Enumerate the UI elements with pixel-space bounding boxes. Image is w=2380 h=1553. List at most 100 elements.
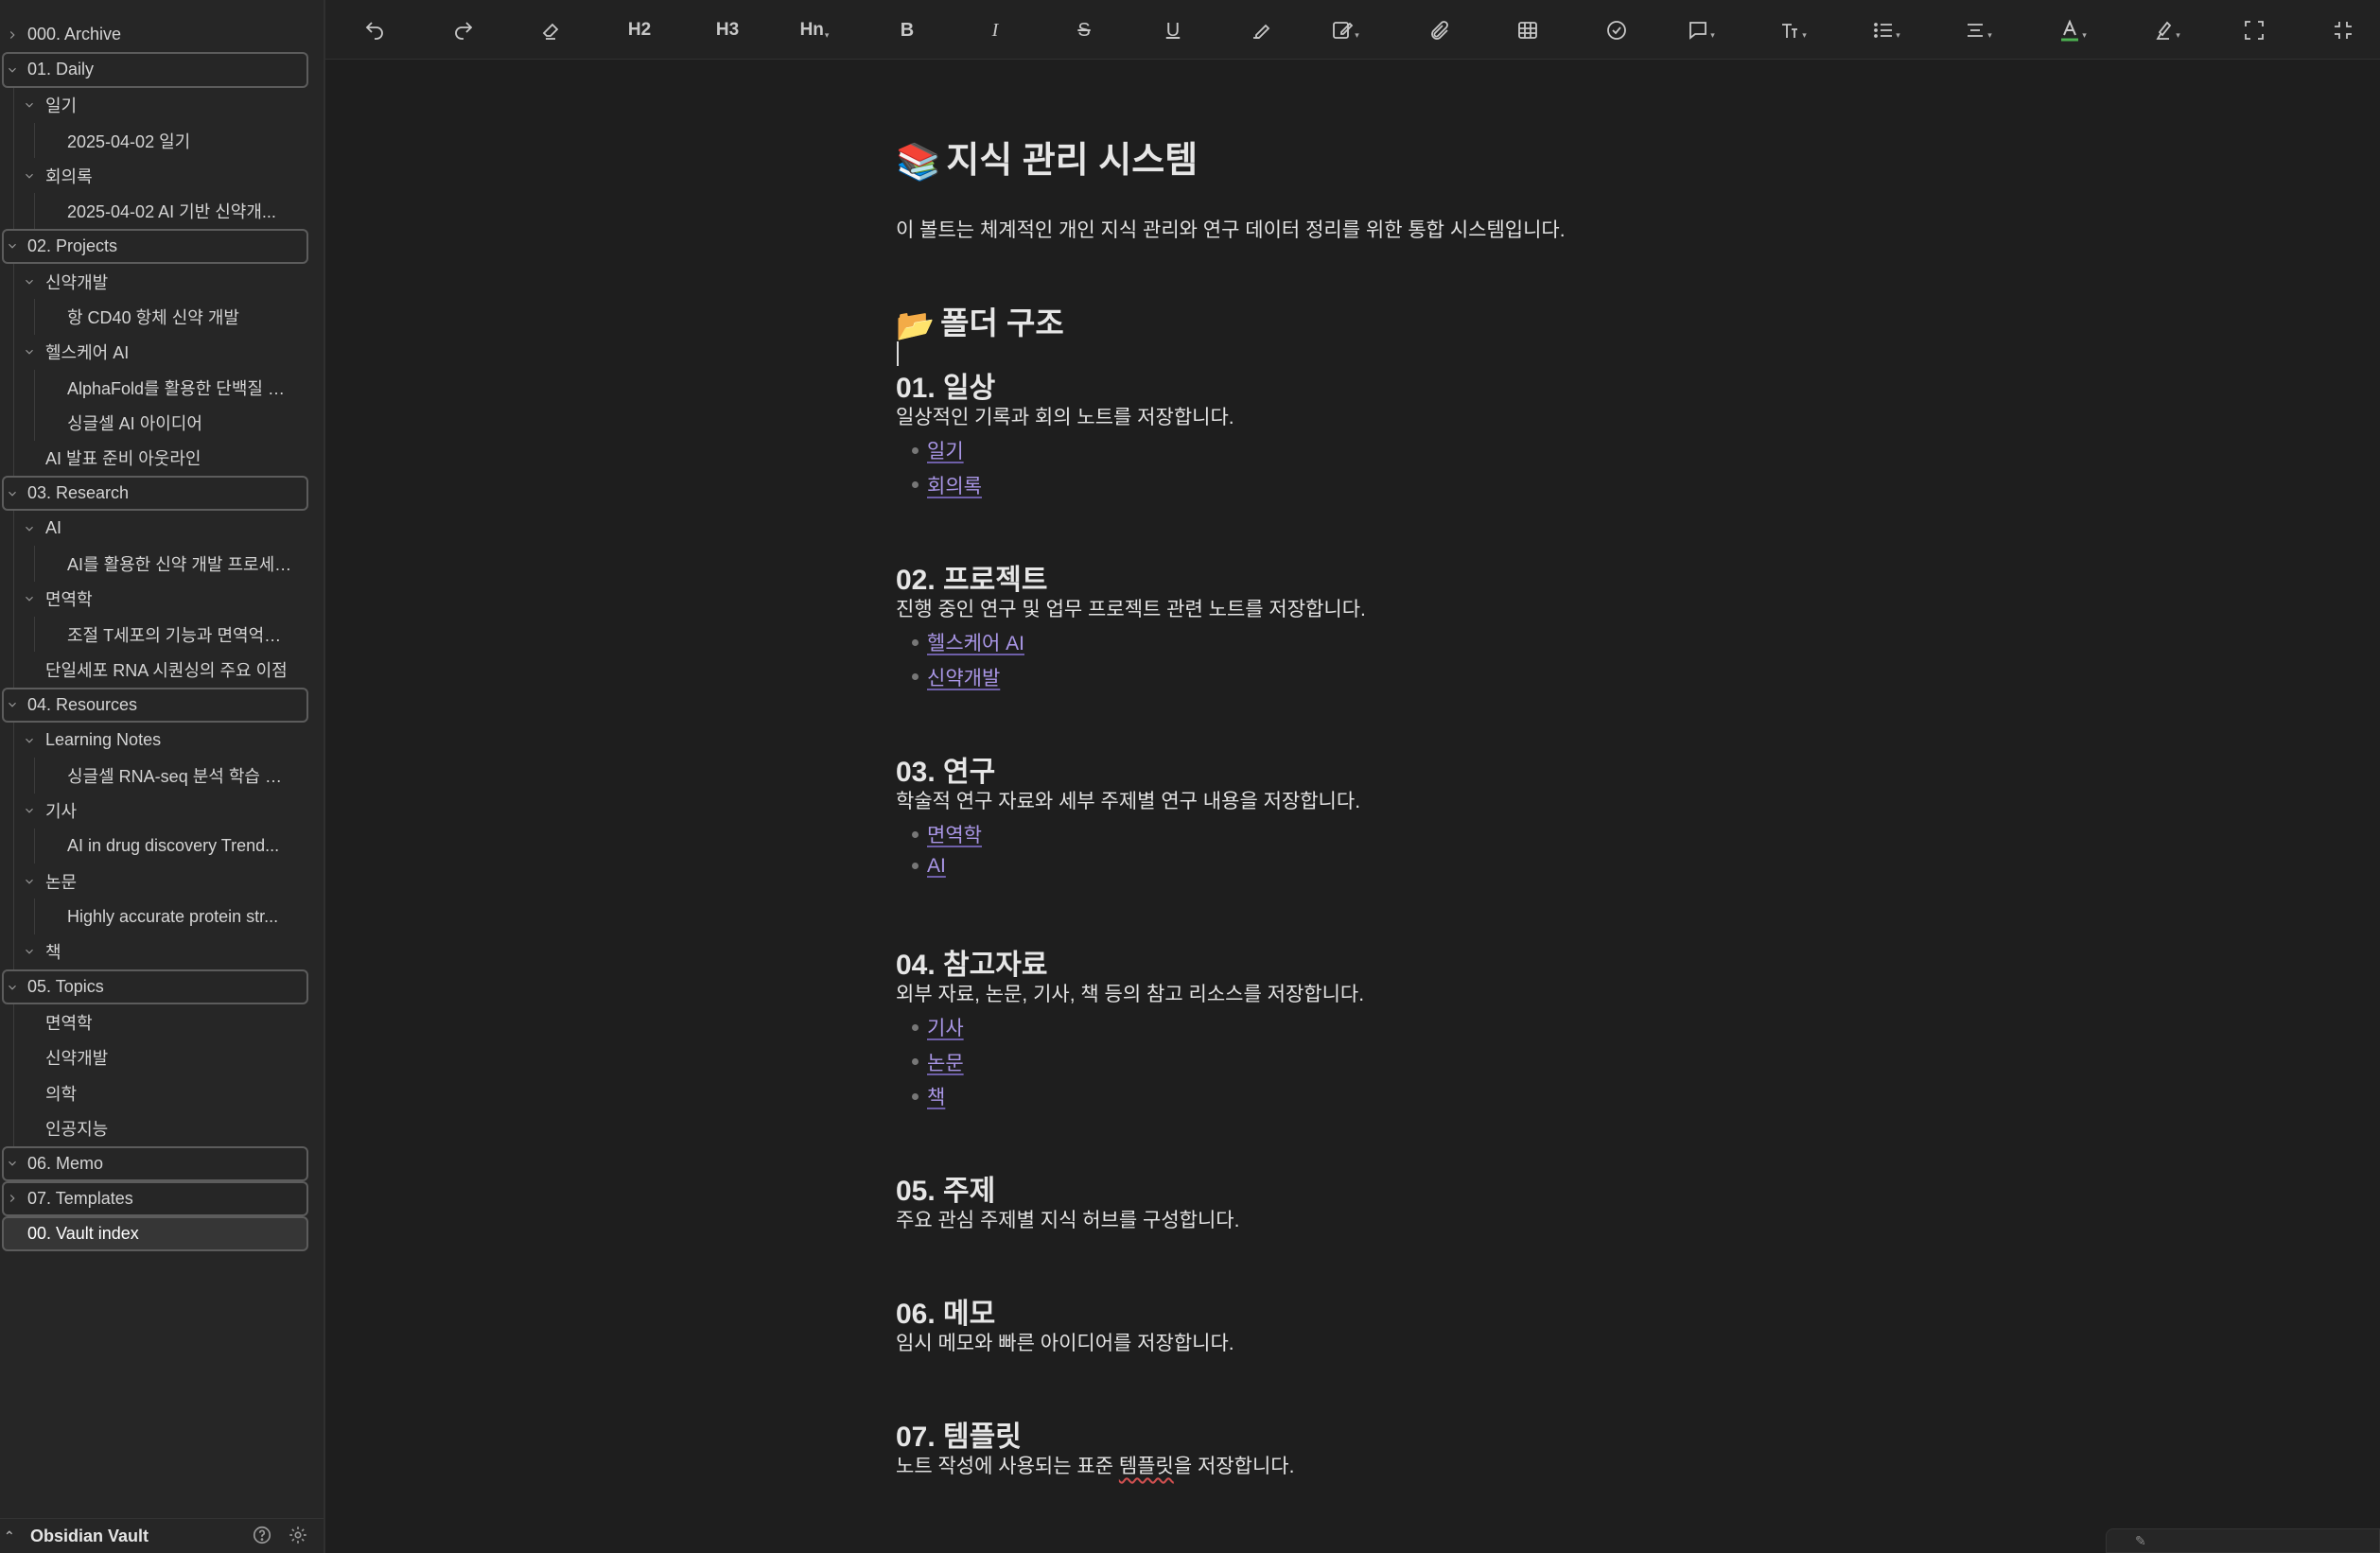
tree-root-folder[interactable]: 01. Daily xyxy=(2,52,308,88)
italic-button[interactable]: I xyxy=(976,15,1014,45)
tree-file[interactable]: 싱글셀 RNA-seq 분석 학습 계획 xyxy=(0,758,324,794)
vault-name[interactable]: Obsidian Vault xyxy=(30,1527,149,1546)
bold-button[interactable]: B xyxy=(888,15,926,45)
status-bar: ✎ xyxy=(2106,1528,2380,1553)
tree-root-folder[interactable]: 04. Resources xyxy=(2,687,308,723)
chevron-down-icon[interactable] xyxy=(21,96,38,113)
chevron-down-icon[interactable] xyxy=(4,979,21,996)
chevron-down-icon[interactable] xyxy=(4,237,21,254)
help-circle-icon[interactable] xyxy=(252,1525,272,1550)
tree-file[interactable]: AlphaFold를 활용한 단백질 구... xyxy=(0,369,324,406)
tree-root-folder[interactable]: 000. Archive xyxy=(2,17,308,52)
heading-n-button[interactable]: Hn ▾ xyxy=(796,15,833,45)
tree-subfolder[interactable]: 면역학 xyxy=(0,581,324,618)
vault-switcher[interactable]: ⌃ Obsidian Vault xyxy=(0,1518,324,1553)
internal-link[interactable]: 일기 xyxy=(927,436,964,464)
internal-link[interactable]: 기사 xyxy=(927,1013,964,1041)
tree-subfolder[interactable]: 헬스케어 AI xyxy=(0,334,324,370)
collapse-button[interactable] xyxy=(2324,15,2362,45)
chevron-down-icon[interactable] xyxy=(21,590,38,607)
tree-file[interactable]: 2025-04-02 AI 기반 신약개... xyxy=(0,193,324,229)
internal-link[interactable]: AI xyxy=(927,855,946,878)
tree-subfolder[interactable]: 회의록 xyxy=(0,158,324,194)
fullscreen-button[interactable] xyxy=(2235,15,2273,45)
tree-file[interactable]: 신약개발 xyxy=(0,1039,324,1075)
chevron-down-icon[interactable] xyxy=(21,273,38,290)
strikethrough-button[interactable]: S xyxy=(1065,15,1103,45)
tree-file[interactable]: AI를 활용한 신약 개발 프로세스... xyxy=(0,546,324,582)
tree-subfolder[interactable]: 논문 xyxy=(0,864,324,899)
table-button[interactable] xyxy=(1509,15,1547,45)
internal-link[interactable]: 면역학 xyxy=(927,820,982,848)
list-button[interactable]: ▾ xyxy=(1867,15,1905,45)
edit-button[interactable]: ▾ xyxy=(1326,15,1364,45)
chevron-down-icon[interactable] xyxy=(21,802,38,819)
chevron-down-icon[interactable] xyxy=(21,732,38,749)
attach-button[interactable] xyxy=(1421,15,1459,45)
tree-root-folder[interactable]: 02. Projects xyxy=(2,228,308,265)
section-description: 외부 자료, 논문, 기사, 책 등의 참고 리소스를 저장합니다. xyxy=(896,984,1365,1005)
highlighter-button[interactable] xyxy=(1242,15,1280,45)
font-color-button[interactable]: ▾ xyxy=(2054,15,2091,45)
text-size-button[interactable]: ▾ xyxy=(1774,15,1811,45)
bullet-icon xyxy=(912,863,919,869)
tree-subfolder[interactable]: AI xyxy=(0,511,324,547)
tree-subfolder[interactable]: 신약개발 xyxy=(0,264,324,300)
tree-file[interactable]: 2025-04-02 일기 xyxy=(0,122,324,159)
heading-3-button[interactable]: H3 xyxy=(709,15,746,45)
tree-root-folder[interactable]: 06. Memo xyxy=(2,1145,308,1181)
tree-subfolder[interactable]: 기사 xyxy=(0,793,324,829)
chevron-down-icon[interactable] xyxy=(21,520,38,537)
tree-root-folder[interactable]: 00. Vault index xyxy=(2,1216,308,1252)
highlight-color-button[interactable]: ▾ xyxy=(2147,15,2185,45)
tree-file[interactable]: AI 발표 준비 아웃라인 xyxy=(0,440,324,476)
vault-chevron-icon[interactable]: ⌃ xyxy=(4,1528,15,1544)
underline-button[interactable]: U xyxy=(1154,15,1192,45)
tree-file[interactable]: 의학 xyxy=(0,1074,324,1111)
clear-format-button[interactable] xyxy=(532,15,569,45)
tree-file[interactable]: Highly accurate protein str... xyxy=(0,899,324,934)
file-explorer-sidebar: 000. Archive 01. Daily 일기 2025-04-02 일기 회의록 2… xyxy=(0,0,325,1553)
section-description: 임시 메모와 빠른 아이디어를 저장합니다. xyxy=(896,1333,1234,1354)
comment-button[interactable]: ▾ xyxy=(1682,15,1720,45)
tree-root-folder[interactable]: 07. Templates xyxy=(2,1180,308,1217)
tree-file[interactable]: 싱글셀 AI 아이디어 xyxy=(0,405,324,441)
chevron-down-icon[interactable] xyxy=(21,167,38,184)
internal-link[interactable]: 회의록 xyxy=(927,471,982,499)
note-editor[interactable]: 📚 지식 관리 시스템 이 볼트는 체계적인 개인 지식 관리와 연구 데이터 정… xyxy=(325,60,2380,1553)
tree-subfolder[interactable]: Learning Notes xyxy=(0,722,324,759)
spellcheck-flagged-word[interactable]: 템플릿 xyxy=(1119,1456,1174,1477)
tree-root-folder[interactable]: 05. Topics xyxy=(2,969,308,1005)
chevron-right-icon[interactable] xyxy=(4,26,21,44)
indent-guide xyxy=(34,617,35,653)
align-button[interactable]: ▾ xyxy=(1959,15,1997,45)
chevron-down-icon[interactable] xyxy=(4,1155,21,1172)
internal-link[interactable]: 신약개발 xyxy=(927,663,1000,691)
internal-link[interactable]: 책 xyxy=(927,1082,945,1110)
internal-link[interactable]: 헬스케어 AI xyxy=(927,628,1024,656)
tree-file[interactable]: 항 CD40 항체 신약 개발 xyxy=(0,299,324,335)
chevron-down-icon[interactable] xyxy=(4,485,21,502)
chevron-down-icon[interactable] xyxy=(4,696,21,713)
task-button[interactable] xyxy=(1598,15,1636,45)
tree-subfolder[interactable]: 책 xyxy=(0,934,324,970)
undo-button[interactable] xyxy=(356,15,394,45)
chevron-down-icon[interactable] xyxy=(4,61,21,79)
chevron-down-icon[interactable] xyxy=(21,943,38,960)
indent-guide xyxy=(13,1110,14,1146)
tree-file[interactable]: 면역학 xyxy=(0,1004,324,1040)
tree-subfolder[interactable]: 일기 xyxy=(0,87,324,123)
chevron-down-icon[interactable] xyxy=(21,343,38,360)
tree-file[interactable]: 단일세포 RNA 시퀀싱의 주요 이점 xyxy=(0,652,324,688)
redo-button[interactable] xyxy=(445,15,482,45)
tree-root-folder[interactable]: 03. Research xyxy=(2,475,308,512)
chevron-down-icon[interactable] xyxy=(21,873,38,890)
indent-guide xyxy=(13,264,14,300)
internal-link[interactable]: 논문 xyxy=(927,1048,964,1076)
gear-icon[interactable] xyxy=(288,1525,308,1550)
tree-file[interactable]: 조절 T세포의 기능과 면역억제 ... xyxy=(0,617,324,653)
chevron-right-icon[interactable] xyxy=(4,1190,21,1207)
tree-file[interactable]: 인공지능 xyxy=(0,1110,324,1146)
tree-file[interactable]: AI in drug discovery Trend... xyxy=(0,828,324,864)
heading-2-button[interactable]: H2 xyxy=(621,15,658,45)
